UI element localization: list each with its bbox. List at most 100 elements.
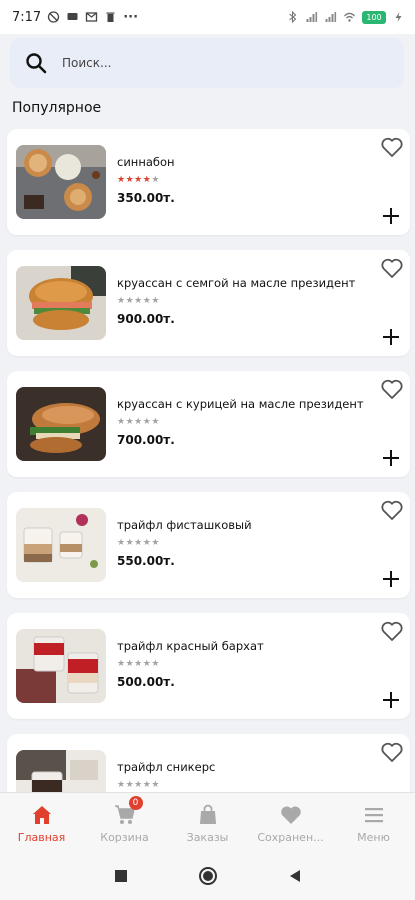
star-icon: ★ <box>125 659 135 669</box>
product-image <box>16 629 106 703</box>
status-time: 7:17 <box>12 9 42 25</box>
nav-home-label: Главная <box>17 831 66 844</box>
add-to-cart-icon[interactable] <box>382 328 400 346</box>
nav-orders-label: Заказы <box>186 831 229 844</box>
home-icon <box>32 806 51 824</box>
product-name: круассан с курицей на масле президент <box>117 397 364 411</box>
product-image <box>16 266 106 340</box>
favorite-heart-icon[interactable] <box>380 620 404 642</box>
trash-icon <box>106 12 115 22</box>
star-icon: ★ <box>134 417 143 427</box>
more-notifications: ··· <box>123 9 139 25</box>
charging-icon <box>395 12 402 22</box>
star-icon: ★ <box>117 538 126 548</box>
search-bar[interactable] <box>10 38 404 88</box>
bottom-navigation: Главная 0 Корзина Заказы Сохранен... Мен… <box>0 792 415 853</box>
home-button-icon[interactable] <box>198 866 218 886</box>
add-to-cart-icon[interactable] <box>382 691 400 709</box>
product-price: 350.00т. <box>117 191 175 205</box>
rating-stars: ★★★★★ <box>117 659 160 669</box>
star-icon: ★ <box>151 659 160 669</box>
star-icon: ★ <box>125 296 135 306</box>
mail-icon <box>86 12 98 22</box>
star-icon: ★ <box>134 175 143 185</box>
star-icon: ★ <box>117 659 126 669</box>
star-icon: ★ <box>134 780 143 790</box>
back-icon[interactable] <box>288 869 302 883</box>
product-image <box>16 145 106 219</box>
star-icon: ★ <box>125 417 135 427</box>
rating-stars: ★★★★★ <box>117 296 160 306</box>
star-icon: ★ <box>151 780 160 790</box>
system-navigation <box>0 852 415 900</box>
product-name: трайфл сникерс <box>117 760 216 774</box>
add-to-cart-icon[interactable] <box>382 207 400 225</box>
star-icon: ★ <box>117 417 126 427</box>
rating-stars: ★★★★★ <box>117 175 160 185</box>
star-icon: ★ <box>134 659 143 669</box>
product-name: трайфл фисташковый <box>117 518 252 532</box>
star-icon: ★ <box>117 296 126 306</box>
star-icon: ★ <box>134 538 143 548</box>
cart-count-badge: 0 <box>128 796 143 810</box>
nav-menu[interactable]: Меню <box>332 793 415 853</box>
product-card[interactable]: трайфл красный бархат ★★★★★ 500.00т. <box>7 613 410 719</box>
product-list[interactable]: синнабон ★★★★★ 350.00т. круассан с семго… <box>7 129 410 855</box>
rating-stars: ★★★★★ <box>117 417 160 427</box>
product-price: 700.00т. <box>117 433 175 447</box>
product-card[interactable]: трайфл фисташковый ★★★★★ 550.00т. <box>7 492 410 598</box>
star-icon: ★ <box>134 296 143 306</box>
product-price: 500.00т. <box>117 675 175 689</box>
product-image <box>16 387 106 461</box>
product-card[interactable]: синнабон ★★★★★ 350.00т. <box>7 129 410 235</box>
star-icon: ★ <box>117 175 126 185</box>
bag-icon <box>199 804 216 824</box>
nav-cart-label: Корзина <box>100 831 149 844</box>
bluetooth-icon <box>289 11 297 23</box>
nav-saved-label: Сохранен... <box>257 831 324 844</box>
search-icon <box>26 53 47 74</box>
wifi-icon <box>344 12 355 22</box>
signal-icon-2 <box>325 12 337 22</box>
star-icon: ★ <box>125 780 135 790</box>
star-icon: ★ <box>151 417 160 427</box>
battery-icon: 100 <box>362 10 386 24</box>
favorite-heart-icon[interactable] <box>380 378 404 400</box>
product-price: 900.00т. <box>117 312 175 326</box>
favorite-heart-icon[interactable] <box>380 741 404 763</box>
nav-menu-label: Меню <box>357 831 390 844</box>
star-icon: ★ <box>125 538 135 548</box>
star-icon: ★ <box>151 175 160 185</box>
status-bar: 7:17 ··· 100 <box>0 0 415 34</box>
product-name: трайфл красный бархат <box>117 639 264 653</box>
star-icon: ★ <box>151 538 160 548</box>
rating-stars: ★★★★★ <box>117 780 160 790</box>
section-title: Популярное <box>12 100 102 116</box>
product-name: круассан с семгой на масле президент <box>117 276 356 290</box>
nav-saved[interactable]: Сохранен... <box>249 793 332 853</box>
product-name: синнабон <box>117 155 175 169</box>
product-card[interactable]: круассан с курицей на масле президент ★★… <box>7 371 410 477</box>
rating-stars: ★★★★★ <box>117 538 160 548</box>
signal-icon <box>306 12 318 22</box>
message-icon <box>67 13 78 20</box>
star-icon: ★ <box>125 175 135 185</box>
product-card[interactable]: круассан с семгой на масле президент ★★★… <box>7 250 410 356</box>
search-input[interactable] <box>60 55 364 71</box>
dnd-icon <box>48 11 60 23</box>
nav-home[interactable]: Главная <box>0 793 83 853</box>
recents-icon[interactable] <box>114 869 128 883</box>
product-price: 550.00т. <box>117 554 175 568</box>
favorite-heart-icon[interactable] <box>380 257 404 279</box>
star-icon: ★ <box>117 780 126 790</box>
favorite-heart-icon[interactable] <box>380 499 404 521</box>
add-to-cart-icon[interactable] <box>382 570 400 588</box>
menu-icon <box>364 808 383 823</box>
add-to-cart-icon[interactable] <box>382 449 400 467</box>
heart-icon <box>280 806 301 824</box>
favorite-heart-icon[interactable] <box>380 136 404 158</box>
star-icon: ★ <box>151 296 160 306</box>
product-image <box>16 508 106 582</box>
nav-orders[interactable]: Заказы <box>166 793 249 853</box>
nav-cart[interactable]: 0 Корзина <box>83 793 166 853</box>
